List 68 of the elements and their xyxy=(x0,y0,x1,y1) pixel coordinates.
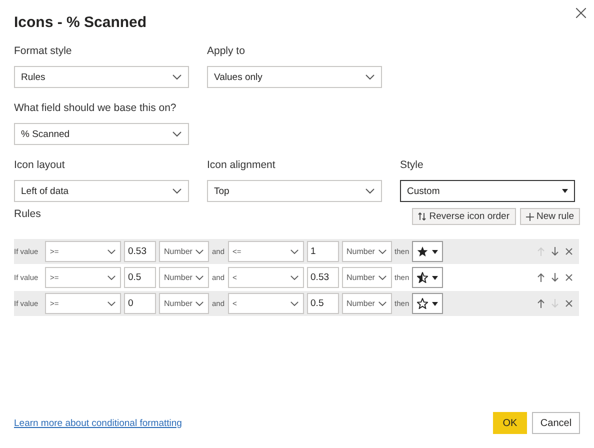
reverse-order-button[interactable]: Reverse icon order xyxy=(412,208,516,225)
arrow-down-icon[interactable] xyxy=(551,247,559,256)
value-input[interactable]: 0.5 xyxy=(124,267,156,288)
field-label: Apply to xyxy=(207,45,246,57)
type-dropdown[interactable]: Number xyxy=(159,241,209,262)
swap-arrows-icon xyxy=(418,212,426,221)
chevron-down-icon xyxy=(365,74,375,80)
caret-icon xyxy=(432,250,438,254)
star-icon xyxy=(417,272,428,283)
field-label: What field should we base this on? xyxy=(14,102,178,114)
value-input[interactable]: 0 xyxy=(124,293,156,314)
chevron-down-icon xyxy=(290,300,299,306)
field-label: Style xyxy=(400,159,424,171)
ok-button[interactable]: OK xyxy=(493,412,527,434)
chevron-down-icon xyxy=(172,74,182,80)
chevron-down-icon xyxy=(107,248,116,254)
star-icon xyxy=(417,246,428,257)
chevron-down-icon xyxy=(107,300,116,306)
delete-icon[interactable] xyxy=(565,299,573,308)
delete-icon[interactable] xyxy=(565,247,573,256)
dropdown[interactable]: Rules xyxy=(14,66,189,88)
chevron-down-icon xyxy=(365,188,375,194)
value-input[interactable]: 1 xyxy=(306,241,339,262)
type-dropdown[interactable]: Number xyxy=(159,267,209,288)
dialog-title: Icons - % Scanned xyxy=(14,14,148,31)
field-label: Icon layout xyxy=(14,159,66,171)
arrow-up-icon[interactable] xyxy=(537,273,545,282)
dropdown[interactable]: Values only xyxy=(207,66,382,88)
chevron-down-icon xyxy=(378,274,387,280)
type-dropdown[interactable]: Number xyxy=(159,293,209,314)
dropdown[interactable]: Left of data xyxy=(14,180,189,202)
arrow-down-icon[interactable] xyxy=(551,273,559,282)
dropdown[interactable]: Custom xyxy=(400,180,575,202)
chevron-down-icon xyxy=(290,248,299,254)
rules-label: Rules xyxy=(14,208,41,220)
chevron-down-icon xyxy=(195,248,204,254)
chevron-down-icon xyxy=(378,300,387,306)
icon-picker[interactable] xyxy=(412,241,444,262)
caret-icon xyxy=(432,302,438,306)
chevron-down-icon xyxy=(195,300,204,306)
field-label: Icon alignment xyxy=(207,159,276,171)
chevron-down-icon xyxy=(290,274,299,280)
learn-more-link[interactable]: Learn more about conditional formatting xyxy=(14,418,182,428)
type-dropdown[interactable]: Number xyxy=(342,267,392,288)
caret-icon xyxy=(562,189,568,193)
value-input[interactable]: 0.53 xyxy=(124,241,156,262)
caret-icon xyxy=(432,276,438,280)
cancel-button[interactable]: Cancel xyxy=(532,412,580,434)
plus-icon xyxy=(526,212,534,220)
star-icon xyxy=(417,298,428,309)
chevron-down-icon xyxy=(107,274,116,280)
type-dropdown[interactable]: Number xyxy=(342,241,392,262)
dropdown[interactable]: % Scanned xyxy=(14,123,189,145)
delete-icon[interactable] xyxy=(565,273,573,282)
icon-picker[interactable] xyxy=(412,267,444,288)
chevron-down-icon xyxy=(195,274,204,280)
value-input[interactable]: 0.53 xyxy=(306,267,339,288)
icon-picker[interactable] xyxy=(412,293,444,314)
chevron-down-icon xyxy=(172,188,182,194)
dropdown[interactable]: Top xyxy=(207,180,382,202)
new-rule-button[interactable]: New rule xyxy=(520,208,580,225)
type-dropdown[interactable]: Number xyxy=(342,293,392,314)
chevron-down-icon xyxy=(172,131,182,137)
arrow-up-icon[interactable] xyxy=(537,299,545,308)
chevron-down-icon xyxy=(378,248,387,254)
value-input[interactable]: 0.5 xyxy=(306,293,339,314)
close-icon[interactable] xyxy=(576,8,586,18)
field-label: Format style xyxy=(14,45,73,57)
